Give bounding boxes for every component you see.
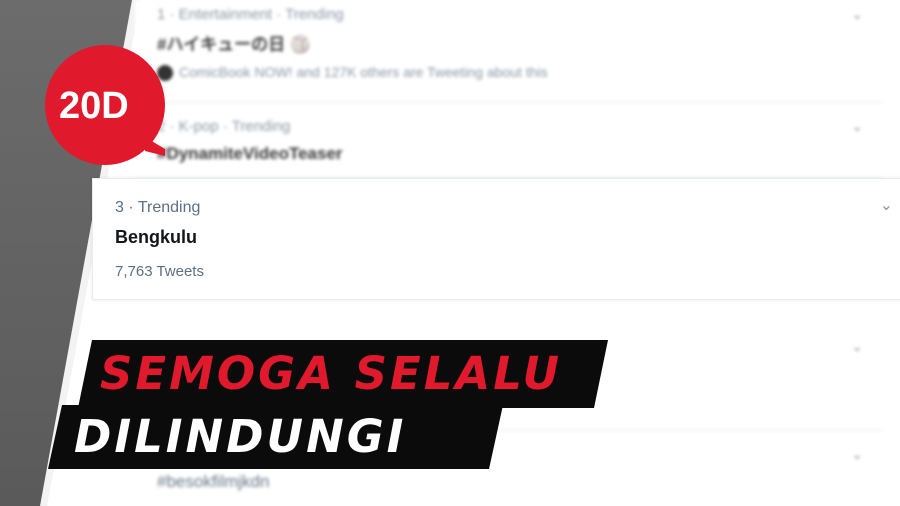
trend-meta: 3 · Trending [115,199,201,216]
logo-text: 20D [59,85,129,127]
chevron-down-icon[interactable]: ⌄ [851,446,863,463]
chevron-down-icon[interactable]: ⌄ [880,195,893,215]
trend-meta: 2 · K-pop · Trending [157,118,291,135]
caption-line-2: DILINDUNGI [48,405,503,469]
trend-name: #besokfilmjkdn [157,472,270,491]
trend-item[interactable]: 2 · K-pop · Trending #DynamiteVideoTease… [135,104,883,179]
trend-item[interactable]: 1 · Entertainment · Trending #ハイキューの日 🏐 … [135,0,883,103]
caption-line-1: SEMOGA SELALU [78,340,608,408]
trend-name: #DynamiteVideoTeaser [157,144,343,163]
trend-meta: 1 · Entertainment · Trending [157,6,344,23]
chevron-down-icon[interactable]: ⌄ [851,338,863,355]
logo: 20D [45,45,165,165]
trend-tweet-count: 7,763 Tweets [115,263,204,280]
chevron-down-icon[interactable]: ⌄ [851,118,863,135]
trend-name: Bengkulu [115,227,198,247]
chevron-down-icon[interactable]: ⌄ [851,6,863,23]
trend-item-focused[interactable]: 3 · Trending Bengkulu 7,763 Tweets ⌄ [92,178,900,300]
trend-context: ComicBook NOW! and 127K others are Tweet… [157,64,548,82]
trend-name: #ハイキューの日 🏐 [157,35,312,54]
